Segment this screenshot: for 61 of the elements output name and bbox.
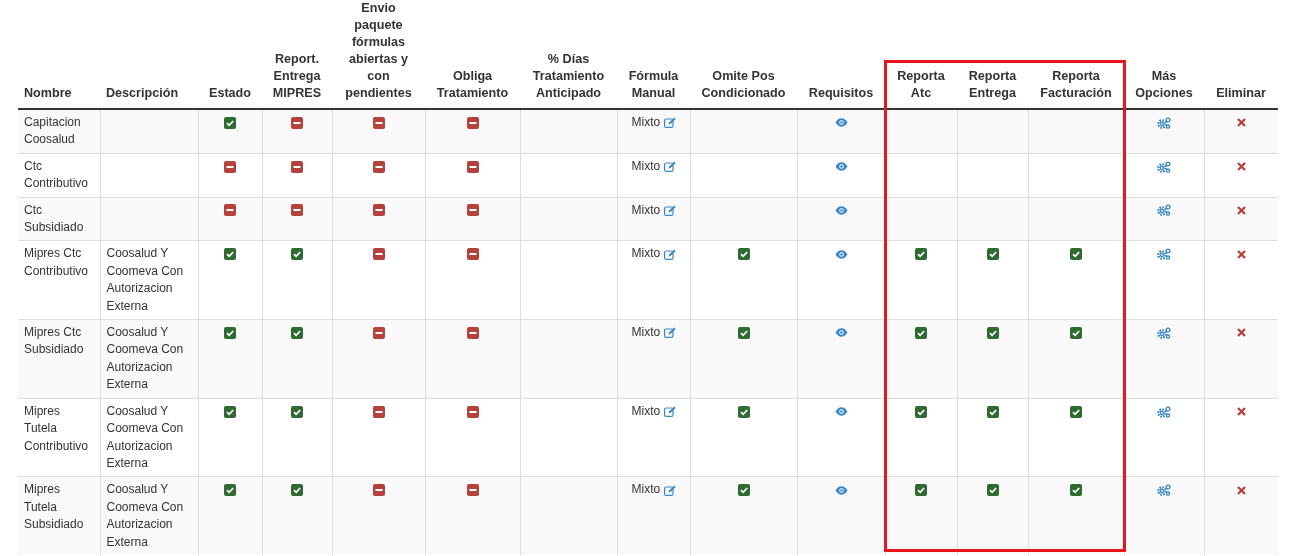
column-header: Más Opciones bbox=[1135, 69, 1193, 100]
formula-type: Mixto bbox=[631, 403, 661, 418]
gears-icon[interactable] bbox=[1157, 204, 1171, 217]
column-header: Fórmula Manual bbox=[628, 69, 679, 100]
delete-icon[interactable] bbox=[1236, 249, 1246, 259]
column-header: Obliga Tratamiento bbox=[436, 69, 509, 100]
delete-icon[interactable] bbox=[1236, 205, 1246, 215]
edit-icon[interactable] bbox=[663, 204, 676, 216]
edit-icon[interactable] bbox=[663, 161, 676, 173]
gears-icon[interactable] bbox=[1157, 484, 1171, 497]
table-cell-text: Ctc Subsidiado bbox=[24, 201, 85, 237]
eye-icon[interactable] bbox=[834, 162, 848, 172]
table-cell-text: Mipres Ctc Subsidiado bbox=[24, 324, 85, 359]
table-cell-text: Capitacion Coosalud bbox=[24, 114, 82, 149]
eye-icon[interactable] bbox=[834, 328, 848, 338]
delete-icon[interactable] bbox=[1236, 162, 1246, 172]
eye-icon[interactable] bbox=[834, 485, 848, 495]
edit-icon[interactable] bbox=[663, 248, 676, 260]
table-cell-text: Ctc Contributivo bbox=[24, 157, 90, 193]
formula-type: Mixto bbox=[631, 158, 661, 173]
formula-type: Mixto bbox=[631, 202, 661, 217]
column-header: % Días Tratamiento Anticipado bbox=[532, 52, 605, 100]
formula-type: Mixto bbox=[631, 246, 661, 261]
gears-icon[interactable] bbox=[1157, 405, 1171, 418]
eye-icon[interactable] bbox=[834, 407, 848, 416]
gears-icon[interactable] bbox=[1157, 116, 1171, 129]
edit-icon[interactable] bbox=[663, 406, 676, 417]
edit-icon[interactable] bbox=[663, 117, 676, 129]
table-cell-text: Mipres Tutela Contributivo bbox=[24, 402, 90, 455]
eye-icon[interactable] bbox=[834, 205, 848, 215]
delete-icon[interactable] bbox=[1236, 407, 1246, 416]
edit-icon[interactable] bbox=[663, 327, 676, 339]
column-header: Omite Pos Condicionado bbox=[701, 69, 786, 100]
column-header: Reporta Entrega bbox=[968, 69, 1017, 100]
delete-icon[interactable] bbox=[1236, 485, 1246, 495]
table-cell-text: Coosalud Y Coomeva Con Autorizacion Externa bbox=[106, 245, 185, 315]
column-header: Reporta Atc bbox=[897, 69, 945, 100]
column-header: Nombre bbox=[24, 86, 72, 100]
edit-icon[interactable] bbox=[663, 484, 676, 496]
column-header: Envio paquete fórmulas abiertas y con pendientes bbox=[345, 1, 412, 100]
table-cell-text: Coosalud Y Coomeva Con Autorizacion Externa bbox=[106, 481, 185, 551]
formula-type: Mixto bbox=[631, 482, 661, 497]
table-cell-text: Mipres Ctc Contributivo bbox=[24, 245, 90, 280]
table-cell-text: Coosalud Y Coomeva Con Autorizacion Externa bbox=[106, 402, 185, 472]
gears-icon[interactable] bbox=[1157, 248, 1171, 261]
formula-type: Mixto bbox=[631, 115, 661, 129]
column-header: Eliminar bbox=[1216, 86, 1266, 100]
table-cell-text: Mipres Tutela Subsidiado bbox=[24, 481, 85, 534]
formula-type: Mixto bbox=[631, 325, 661, 340]
gears-icon[interactable] bbox=[1157, 326, 1171, 339]
column-header: Estado bbox=[209, 86, 251, 100]
table-cell-text: Coosalud Y Coomeva Con Autorizacion Externa bbox=[106, 324, 185, 394]
column-header: Requisitos bbox=[808, 86, 874, 100]
column-header: Report. Entrega MIPRES bbox=[272, 52, 322, 100]
gears-icon[interactable] bbox=[1157, 160, 1171, 173]
delete-icon[interactable] bbox=[1236, 328, 1246, 338]
eye-icon[interactable] bbox=[834, 118, 848, 128]
column-header: Descripción bbox=[106, 86, 179, 100]
delete-icon[interactable] bbox=[1236, 118, 1246, 128]
column-header: Reporta Facturación bbox=[1040, 69, 1112, 100]
eye-icon[interactable] bbox=[834, 249, 848, 259]
